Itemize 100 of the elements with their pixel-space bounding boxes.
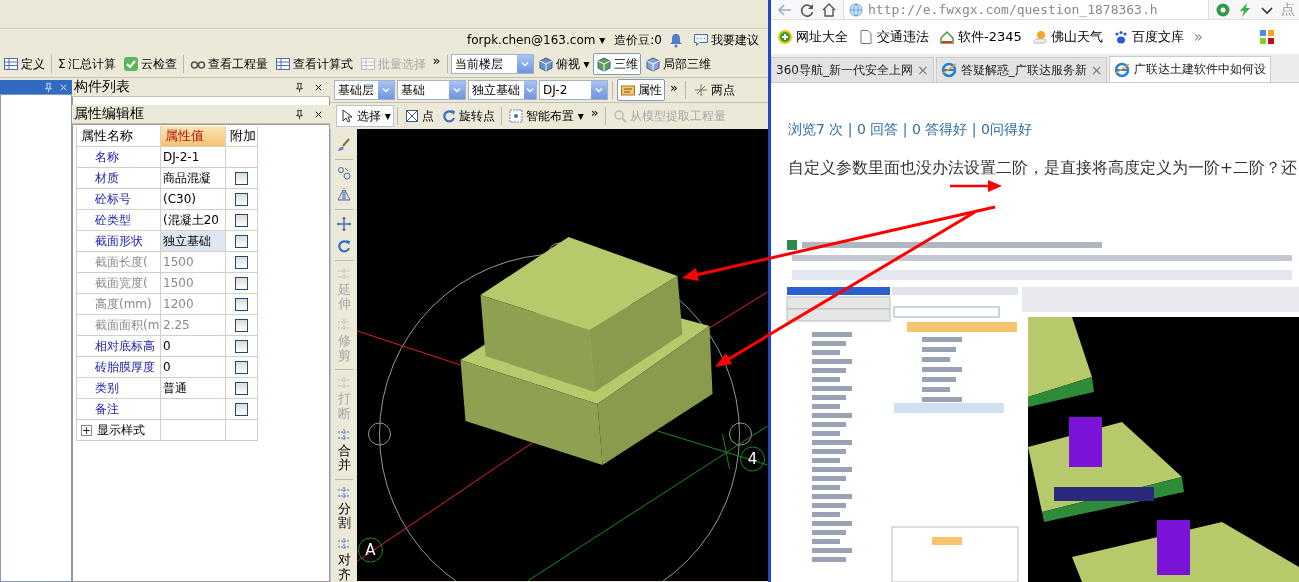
two-point-button[interactable]: 两点 [689,79,738,101]
draw-tool-button[interactable]: 旋转点 [437,105,498,127]
property-value[interactable]: DJ-2-1 [161,147,226,168]
pin-icon [294,81,305,93]
overflow-chevron[interactable]: » [667,80,681,95]
cursor-icon [339,108,355,124]
toolbar-button[interactable]: 云检查 [119,53,180,75]
move-arrows-icon [336,215,352,232]
toolbar-button[interactable]: 查看工程量 [186,53,271,75]
property-value[interactable]: 1200 [161,294,226,315]
bookmark-link[interactable]: 佛山天气 [1031,28,1103,46]
feedback-button[interactable]: 我要建议 [690,29,762,51]
e-logo-icon [940,62,957,78]
checkbox[interactable] [235,192,248,206]
overflow-chevron[interactable]: » [429,53,444,68]
checkbox[interactable] [235,276,248,290]
property-value[interactable]: 0 [161,357,226,378]
filter-select[interactable]: 基础层 [334,80,395,100]
checkbox[interactable] [235,318,248,332]
edit-tool-button[interactable]: 分割 [336,484,352,531]
property-value[interactable]: 2.25 [161,315,226,336]
crosshair-icon [692,82,709,98]
browser-tab[interactable]: 360导航_新一代安全上网 × [771,57,934,82]
circles-icon [336,165,352,182]
draw-tool-button[interactable]: 智能布置 ▾ [504,105,587,127]
bookmark-link[interactable]: 软件-2345 [939,28,1022,46]
mirror-icon [336,187,352,204]
property-value[interactable]: (C30) [161,189,226,210]
floor-select[interactable]: 当前楼层 [450,54,534,74]
checkbox[interactable] [235,339,248,353]
edit-tool-button[interactable]: 对齐 [336,536,352,582]
table-icon [359,56,376,72]
e-logo-icon [1114,61,1131,78]
edit-tool-button[interactable] [336,165,352,182]
checkbox[interactable] [235,360,248,374]
close-tab-icon[interactable]: × [1090,62,1103,78]
filter-select[interactable]: DJ-2 [539,80,608,100]
bookmark-link[interactable]: 百度文库 [1112,28,1184,46]
property-value[interactable]: 普通 [161,378,226,399]
column-header: 附加 [226,126,258,147]
bookmark-link[interactable]: 网址大全 [777,28,848,46]
table-icon [3,56,19,72]
edit-tool-button[interactable] [336,237,352,254]
checkbox[interactable] [235,171,248,185]
question-text: 自定义参数里面也没办法设置二阶，是直接将高度定义为一阶+二阶？还 [788,158,1298,179]
cube-icon [596,56,613,72]
draw-tool-button[interactable]: 选择 ▾ [336,105,394,127]
bookmark-link[interactable]: 交通违法 [858,28,929,46]
property-value[interactable]: 独立基础 [161,231,226,252]
property-name: 砖胎膜厚度 [77,357,161,378]
property-name: 高度(mm) [77,294,161,315]
filter-select[interactable]: 独立基础 [468,80,537,100]
view-button[interactable]: 三维 [593,53,642,75]
bell-icon [668,32,684,48]
checkbox[interactable] [235,402,248,416]
property-value[interactable]: 商品混凝 [161,168,226,189]
browser-tab[interactable]: 广联达土建软件中如何设 [1109,56,1272,82]
grid-dots-icon [507,108,524,124]
checkbox[interactable] [235,234,248,248]
view-button[interactable]: 俯视 ▾ [534,53,593,75]
draw-tool-button[interactable]: 点 [400,105,437,127]
property-name: 截面面积(m [77,315,161,336]
home-icon [821,1,837,18]
property-value[interactable]: 1500 [161,252,226,273]
edit-tool-button[interactable]: 合并 [336,426,352,473]
checkbox[interactable] [235,213,248,227]
group-label: 显示样式 [97,421,145,439]
property-value[interactable]: 1500 [161,273,226,294]
toolbar-button[interactable]: Σ 汇总计算 [55,53,119,75]
address-bar[interactable]: http://e.fwxgx.com/question_1878363.h [843,0,1209,19]
edit-tool-button[interactable] [336,137,352,153]
checkbox[interactable] [235,381,248,395]
overflow-chevron[interactable]: » [587,105,602,120]
overflow-chevron[interactable]: » [1193,28,1203,46]
crossed-box-icon [403,108,420,124]
expand-button[interactable]: + [81,424,92,436]
table-icon [274,56,291,72]
column-header: 属性值 [161,126,226,147]
rotate-icon [336,237,352,254]
edit-tool-button[interactable] [336,215,352,232]
filter-select[interactable]: 基础 [397,80,466,100]
toolbar-button[interactable]: 定义 [0,53,48,75]
edit-tool-button[interactable] [336,187,352,204]
browser-tab[interactable]: 答疑解惑_广联达服务新 × [935,57,1108,82]
globe-icon [848,1,864,18]
beans-balance: 造价豆:0 [614,31,662,49]
lightning-icon [1237,1,1253,18]
panel-title: 构件列表 [74,78,130,96]
close-tab-icon[interactable]: × [916,62,929,78]
toolbar-button[interactable]: 查看计算式 [271,53,356,75]
checkbox[interactable] [235,297,248,311]
pin-icon [43,81,54,93]
property-value[interactable]: 0 [161,336,226,357]
account-dropdown[interactable]: forpk.chen@163.com ▾ [464,29,609,51]
checkbox[interactable] [235,255,248,269]
property-button[interactable]: 属性 [617,79,665,101]
view-button[interactable]: 局部三维 [642,53,715,75]
property-name: 类别 [77,378,161,399]
property-name: 相对底标高 [77,336,161,357]
panel-title: 属性编辑框 [74,105,144,123]
